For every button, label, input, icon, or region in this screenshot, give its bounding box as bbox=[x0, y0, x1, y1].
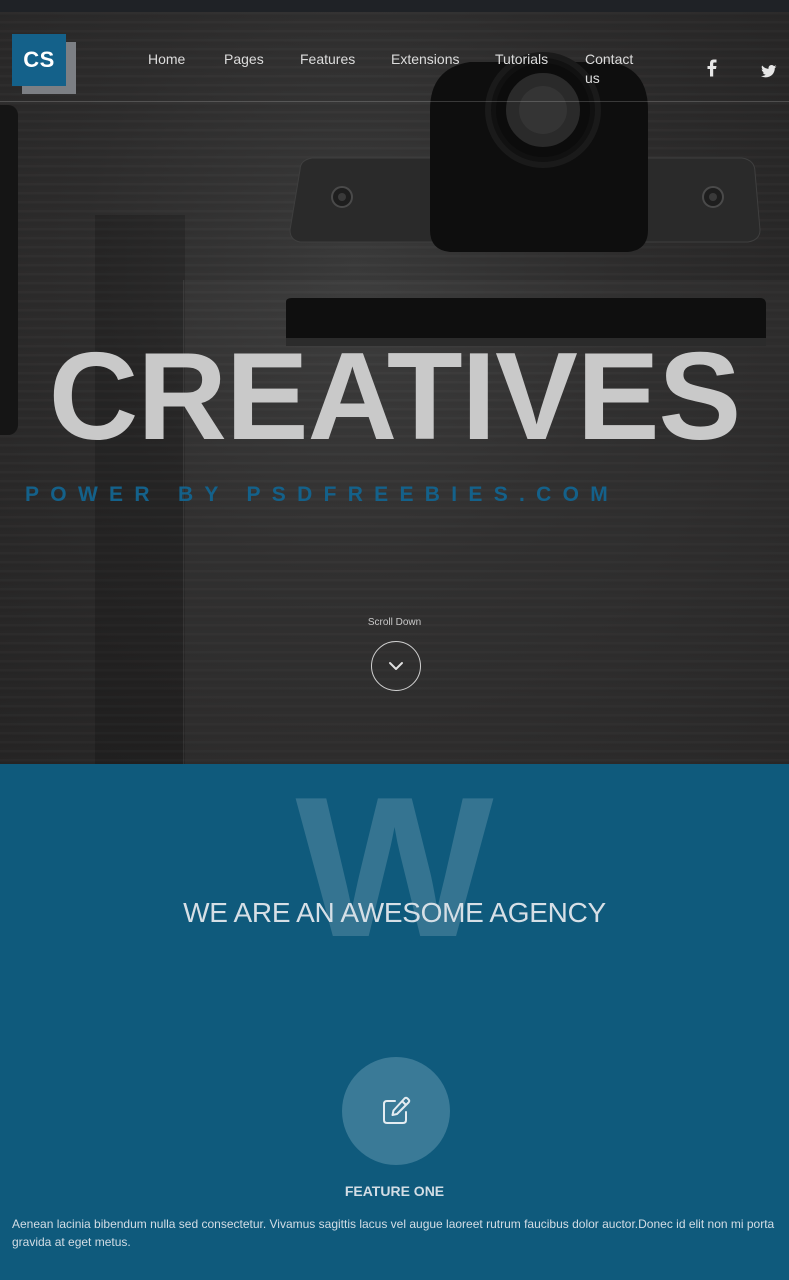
nav-home[interactable]: Home bbox=[148, 50, 185, 69]
nav-features[interactable]: Features bbox=[300, 50, 355, 69]
nav-tutorials[interactable]: Tutorials bbox=[495, 50, 548, 69]
logo[interactable]: CS bbox=[12, 34, 78, 96]
twitter-icon[interactable] bbox=[760, 63, 777, 83]
facebook-icon[interactable] bbox=[706, 59, 718, 82]
header-divider bbox=[0, 101, 789, 102]
nav-contact[interactable]: Contact us bbox=[585, 50, 641, 88]
hero-title: CREATIVES bbox=[48, 328, 741, 466]
chevron-down-icon bbox=[389, 662, 403, 670]
hero-section: CS Home Pages Features Extensions Tutori… bbox=[0, 0, 789, 764]
scroll-down-button[interactable] bbox=[371, 641, 421, 691]
feature-icon-circle bbox=[342, 1057, 450, 1165]
decorative-letter: W bbox=[295, 756, 494, 979]
feature-description: Aenean lacinia bibendum nulla sed consec… bbox=[12, 1217, 775, 1249]
nav-extensions[interactable]: Extensions bbox=[391, 50, 459, 69]
logo-mark: CS bbox=[12, 34, 66, 86]
scroll-down-label: Scroll Down bbox=[367, 617, 422, 628]
feature-title: FEATURE ONE bbox=[344, 1183, 445, 1199]
edit-icon bbox=[383, 1096, 411, 1124]
nav-pages[interactable]: Pages bbox=[224, 50, 264, 69]
about-section: W WE ARE AN AWESOME AGENCY FEATURE ONE A… bbox=[0, 764, 789, 1280]
hero-subtitle: POWER BY PSDFREEBIES.COM bbox=[25, 483, 620, 506]
about-title: WE ARE AN AWESOME AGENCY bbox=[183, 897, 606, 928]
